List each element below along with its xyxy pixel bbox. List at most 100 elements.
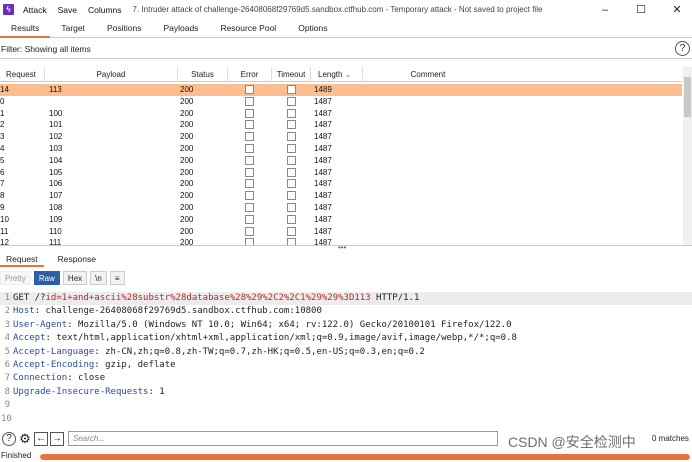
back-arrow-icon[interactable]: ←	[34, 431, 48, 446]
table-row[interactable]: 4 103 200 1487	[0, 143, 682, 155]
table-row[interactable]: 3 102 200 1487	[0, 131, 682, 143]
column-payload[interactable]: Payload	[45, 67, 178, 82]
column-length[interactable]: Length ⌄	[311, 67, 363, 82]
line-content: Connection: close	[13, 372, 105, 385]
view-toolbar: Pretty Raw Hex \n ≡	[0, 269, 128, 287]
cell-payload: 113	[49, 85, 62, 94]
table-row[interactable]: 5 104 200 1487	[0, 155, 682, 167]
cell-length: 1487	[314, 203, 332, 212]
request-editor[interactable]: 1 GET /?id=1+and+ascii%28substr%28databas…	[0, 289, 692, 427]
editor-line[interactable]: 10	[0, 413, 692, 426]
cell-request: 14	[0, 85, 9, 94]
tab-results[interactable]: Results	[0, 19, 51, 38]
help-icon[interactable]: ?	[675, 41, 690, 56]
table-row[interactable]: 2 101 200 1487	[0, 119, 682, 131]
status-bar: Finished	[0, 450, 692, 462]
header-value: : zh-CN,zh;q=0.8,zh-TW;q=0.7,zh-HK;q=0.5…	[94, 346, 425, 357]
timeout-checkbox	[287, 214, 296, 224]
editor-line[interactable]: 5 Accept-Language: zh-CN,zh;q=0.8,zh-TW;q…	[0, 346, 692, 359]
timeout-checkbox	[287, 144, 296, 153]
help-icon[interactable]: ?	[2, 431, 16, 446]
tab-request[interactable]: Request	[0, 251, 44, 267]
header-name: Host	[13, 306, 35, 317]
table-row[interactable]: 0 200 1487	[0, 96, 682, 108]
menu-attack[interactable]: Attack	[23, 5, 47, 15]
table-row[interactable]: 1 100 200 1487	[0, 108, 682, 120]
table-row[interactable]: 11 110 200 1487	[0, 226, 682, 238]
line-number: 10	[1, 413, 12, 424]
line-number: 2	[4, 306, 10, 317]
column-error[interactable]: Error	[228, 67, 272, 82]
table-row[interactable]: 8 107 200 1487	[0, 190, 682, 202]
editor-line[interactable]: 2 Host: challenge-26408068f29769d5.sandbo…	[0, 305, 692, 318]
search-input[interactable]: Search...	[68, 431, 498, 446]
cell-request: 1	[0, 108, 5, 118]
column-timeout[interactable]: Timeout	[272, 67, 311, 82]
cell-length: 1487	[314, 120, 332, 130]
column-comment[interactable]: Comment	[363, 67, 493, 82]
table-row[interactable]: 10 109 200 1487	[0, 214, 682, 226]
table-row[interactable]: 14 113 200 1489	[0, 84, 682, 96]
table-scrollbar[interactable]	[683, 67, 692, 245]
timeout-checkbox	[287, 108, 296, 118]
cell-payload: 109	[49, 214, 63, 224]
cell-status: 200	[180, 120, 194, 130]
cell-payload: 110	[49, 226, 62, 236]
cell-status: 200	[180, 214, 194, 224]
error-checkbox	[245, 144, 254, 153]
cell-status: 200	[180, 85, 194, 94]
column-status[interactable]: Status	[178, 67, 228, 82]
editor-line[interactable]: 1 GET /?id=1+and+ascii%28substr%28databas…	[0, 292, 692, 306]
maximize-icon[interactable]: ☐	[626, 0, 656, 19]
tab-options[interactable]: Options	[287, 19, 338, 38]
editor-line[interactable]: 6 Accept-Encoding: gzip, deflate	[0, 359, 692, 372]
cell-request: 10	[0, 214, 9, 224]
tab-response[interactable]: Response	[52, 251, 102, 267]
hex-button[interactable]: Hex	[62, 271, 88, 285]
editor-line[interactable]: 7 Connection: close	[0, 372, 692, 385]
raw-button[interactable]: Raw	[33, 271, 60, 285]
tab-target[interactable]: Target	[50, 19, 96, 38]
results-table: Request Payload Status Error Timeout Len…	[0, 67, 682, 245]
error-checkbox	[245, 214, 254, 224]
menu-save[interactable]: Save	[58, 5, 77, 15]
close-icon[interactable]: ✕	[662, 0, 692, 19]
error-checkbox	[245, 203, 254, 212]
cell-payload: 103	[49, 144, 63, 153]
editor-line[interactable]: 8 Upgrade-Insecure-Requests: 1	[0, 386, 692, 399]
editor-line[interactable]: 3 User-Agent: Mozilla/5.0 (Windows NT 10.…	[0, 319, 692, 332]
tab-resource-pool[interactable]: Resource Pool	[209, 19, 287, 38]
tab-payloads[interactable]: Payloads	[152, 19, 209, 38]
line-number: 1	[4, 293, 10, 303]
cell-request: 8	[0, 191, 5, 201]
cell-length: 1487	[314, 226, 332, 236]
filter-bar[interactable]: Filter: Showing all items ?	[0, 39, 692, 59]
cell-length: 1487	[314, 167, 332, 177]
pretty-button[interactable]: Pretty	[0, 271, 31, 285]
window-title: 7. Intruder attack of challenge-26408068…	[132, 5, 543, 14]
timeout-checkbox	[287, 226, 296, 236]
table-row[interactable]: 6 105 200 1487	[0, 167, 682, 179]
header-name: Connection	[13, 373, 68, 384]
scrollbar-thumb[interactable]	[684, 77, 691, 117]
table-row[interactable]: 7 106 200 1487	[0, 178, 682, 190]
forward-arrow-icon[interactable]: →	[50, 431, 64, 446]
menu-columns[interactable]: Columns	[88, 5, 122, 15]
column-request[interactable]: Request	[0, 67, 45, 82]
table-row[interactable]: 9 108 200 1487	[0, 202, 682, 214]
editor-line[interactable]: 4 Accept: text/html,application/xhtml+xml…	[0, 332, 692, 345]
timeout-checkbox	[287, 155, 296, 165]
menu-icon[interactable]: ≡	[109, 271, 125, 285]
filter-label[interactable]: Filter: Showing all items	[1, 44, 91, 54]
cell-payload: 105	[49, 167, 63, 177]
cell-request: 0	[0, 96, 5, 106]
newline-toggle-button[interactable]: \n	[90, 271, 107, 285]
cell-length: 1487	[314, 132, 332, 142]
minimize-icon[interactable]: –	[590, 0, 620, 19]
cell-length: 1487	[314, 155, 332, 165]
timeout-checkbox	[287, 167, 296, 177]
editor-line[interactable]: 9	[0, 399, 692, 412]
gear-icon[interactable]: ⚙	[18, 431, 32, 446]
tab-positions[interactable]: Positions	[96, 19, 153, 38]
cell-payload: 101	[49, 120, 63, 130]
